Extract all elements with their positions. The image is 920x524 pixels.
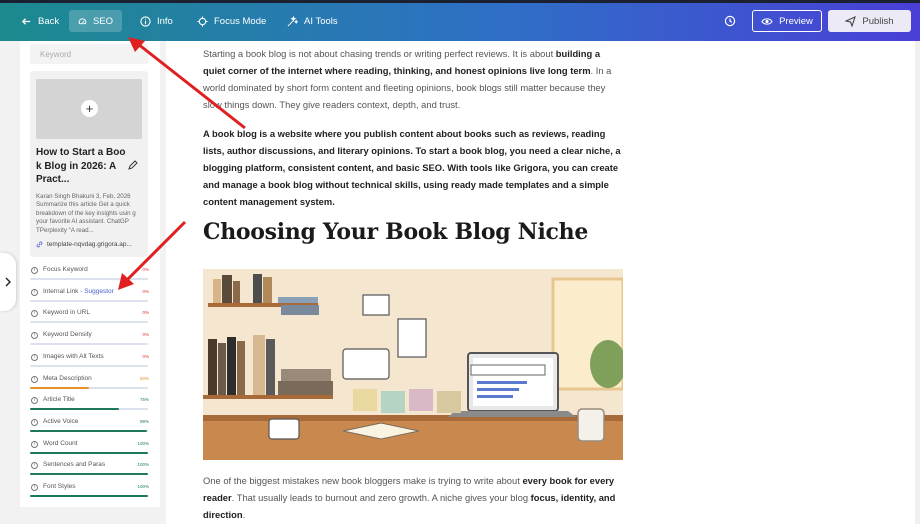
arrow-head-1 xyxy=(128,37,145,52)
annotation-arrows xyxy=(118,37,246,290)
arrow-to-seo-tab xyxy=(137,42,246,130)
arrow-to-internal-link xyxy=(124,220,187,283)
